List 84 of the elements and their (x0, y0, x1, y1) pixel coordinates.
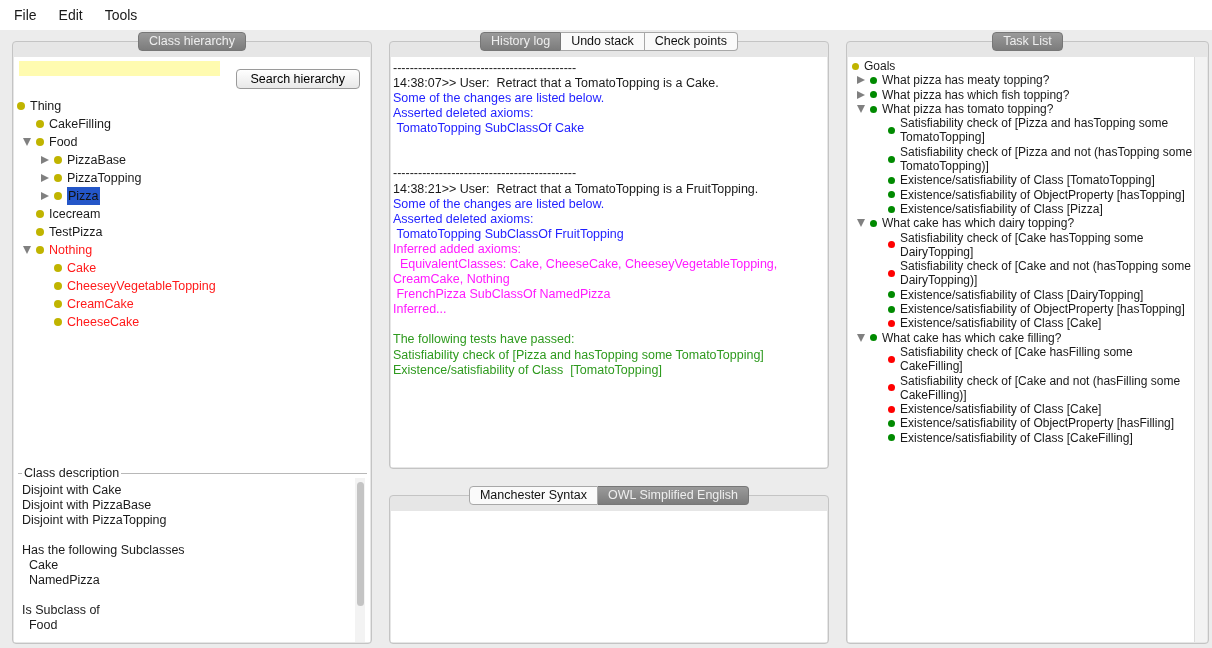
tree-item[interactable]: Cake (67, 258, 97, 278)
task-item[interactable]: Existence/satisfiability of Class [TomatoTopping] (900, 173, 1155, 188)
task-item[interactable]: Satisfiability check of [Pizza and hasTopping some TomatoTopping] (900, 116, 1194, 145)
tree-item[interactable]: Thing (30, 96, 62, 116)
log-line: Inferred added axioms: (393, 241, 522, 258)
separator-line: -------------------------------------------- (393, 166, 578, 182)
description-line: Food (27, 618, 59, 633)
task-item[interactable]: Satisfiability check of [Pizza and not (hasTopping some TomatoTopping)] (900, 144, 1194, 174)
log-line: Inferred... (393, 302, 448, 318)
task-item[interactable]: Existence/satisfiability of ObjectProperty [hasTopping] (900, 187, 1185, 202)
task-item[interactable]: Existence/satisfiability of Class [Cake] (900, 402, 1102, 417)
panel-title: Task List (992, 32, 1063, 51)
separator-line: -------------------------------------------- (393, 61, 578, 77)
tree-item[interactable]: TestPizza (49, 222, 103, 242)
tree-item[interactable]: PizzaTopping (67, 168, 142, 188)
tree-item[interactable]: CheeseCake (67, 312, 140, 332)
log-line: Satisfiability check of [Pizza and hasTopping some TomatoTopping] (393, 347, 765, 363)
tab[interactable]: Undo stack (561, 32, 645, 51)
task-item[interactable]: What cake has which dairy topping? (882, 216, 1075, 231)
log-line: TomatoTopping SubClassOf FruitTopping (395, 226, 625, 242)
description-line: Disjoint with PizzaBase (22, 498, 153, 513)
tree-item[interactable]: CreamCake (67, 294, 134, 314)
tab[interactable]: Manchester Syntax (468, 486, 598, 505)
tree-item[interactable]: Icecream (49, 204, 101, 224)
tree-item[interactable]: PizzaBase (67, 150, 127, 170)
log-line: The following tests have passed: (393, 332, 576, 348)
class-dot (36, 120, 44, 128)
task-item[interactable]: Satisfiability check of [Cake hasFilling some CakeFilling] (900, 344, 1194, 374)
class-dot (54, 156, 62, 164)
description-line: Cake (27, 558, 60, 573)
log-line: Asserted deleted axioms: (393, 106, 535, 122)
class-dot (36, 138, 44, 146)
panel-title: Class hierarchy (137, 32, 247, 51)
description-line: Has the following Subclasses (22, 543, 186, 558)
task-item[interactable]: Existence/satisfiability of Class [CakeFilling] (900, 430, 1133, 445)
section-label: Class description (22, 465, 122, 481)
class-dot (54, 174, 62, 182)
class-dot (36, 246, 44, 254)
menu-item[interactable]: File (14, 4, 37, 26)
task-item[interactable]: Goals (864, 59, 896, 74)
scrollbar[interactable] (355, 478, 365, 642)
log-line: Some of the changes are listed below. (393, 196, 606, 212)
task-item[interactable]: What pizza has meaty topping? (882, 73, 1050, 88)
task-item[interactable]: Existence/satisfiability of ObjectProperty [hasTopping] (900, 302, 1185, 317)
log-line: Existence/satisfiability of Class [TomatoTopping] (393, 362, 663, 378)
menu-item[interactable]: Edit (58, 4, 83, 26)
class-dot (36, 210, 44, 218)
log-line: EquivalentClasses: Cake, CheeseCake, CheeseyVegetableTopping, CreamCake, Nothing (393, 257, 779, 288)
task-item[interactable]: What pizza has tomato topping? (882, 101, 1054, 117)
description-line: NamedPizza (27, 573, 101, 588)
log-line: 14:38:07>> User: Retract that a TomatoTopping is a Cake. (393, 76, 720, 92)
log-line: 14:38:21>> User: Retract that a TomatoTopping is a FruitTopping. (393, 181, 760, 197)
log-line: FrenchPizza SubClassOf NamedPizza (395, 287, 612, 303)
tree-item[interactable]: CheeseyVegetableTopping (67, 276, 216, 296)
log-line: TomatoTopping SubClassOf Cake (395, 121, 586, 137)
search-field[interactable] (19, 61, 220, 76)
task-item[interactable]: Existence/satisfiability of Class [Pizza] (900, 201, 1103, 217)
class-dot (54, 318, 62, 326)
scrollbar[interactable] (1194, 57, 1207, 642)
class-dot (17, 102, 25, 110)
log-line: Some of the changes are listed below. (393, 91, 606, 107)
task-item[interactable]: Existence/satisfiability of Class [Cake] (900, 316, 1102, 331)
log-line: Asserted deleted axioms: (393, 211, 535, 227)
description-line: Disjoint with Cake (22, 483, 123, 498)
search-button[interactable]: Search hierarchy (235, 69, 360, 89)
class-dot (54, 300, 62, 308)
task-item[interactable]: Satisfiability check of [Cake hasTopping some DairyTopping] (900, 230, 1194, 260)
tree-item[interactable]: Nothing (49, 240, 93, 260)
task-item[interactable]: Existence/satisfiability of ObjectProperty [hasFilling] (900, 416, 1175, 431)
task-item[interactable]: Existence/satisfiability of Class [DairyTopping] (900, 287, 1144, 303)
class-dot (54, 282, 62, 290)
class-dot (54, 192, 62, 200)
tree-item[interactable]: Food (49, 132, 78, 152)
menu-item[interactable]: Tools (104, 4, 138, 26)
description-line: Is Subclass of (22, 603, 101, 618)
description-line: Disjoint with PizzaTopping (22, 513, 168, 528)
class-dot (36, 228, 44, 236)
class-dot (54, 264, 62, 272)
task-item[interactable]: Satisfiability check of [Cake and not (hasTopping some DairyTopping)] (900, 259, 1194, 288)
task-item[interactable]: What cake has which cake filling? (882, 330, 1062, 345)
tree-item[interactable]: CakeFilling (49, 114, 111, 134)
tab[interactable]: Check points (644, 32, 738, 51)
task-item[interactable]: What pizza has which fish topping? (882, 87, 1070, 102)
task-item[interactable]: Satisfiability check of [Cake and not (hasFilling some CakeFilling)] (900, 373, 1194, 403)
